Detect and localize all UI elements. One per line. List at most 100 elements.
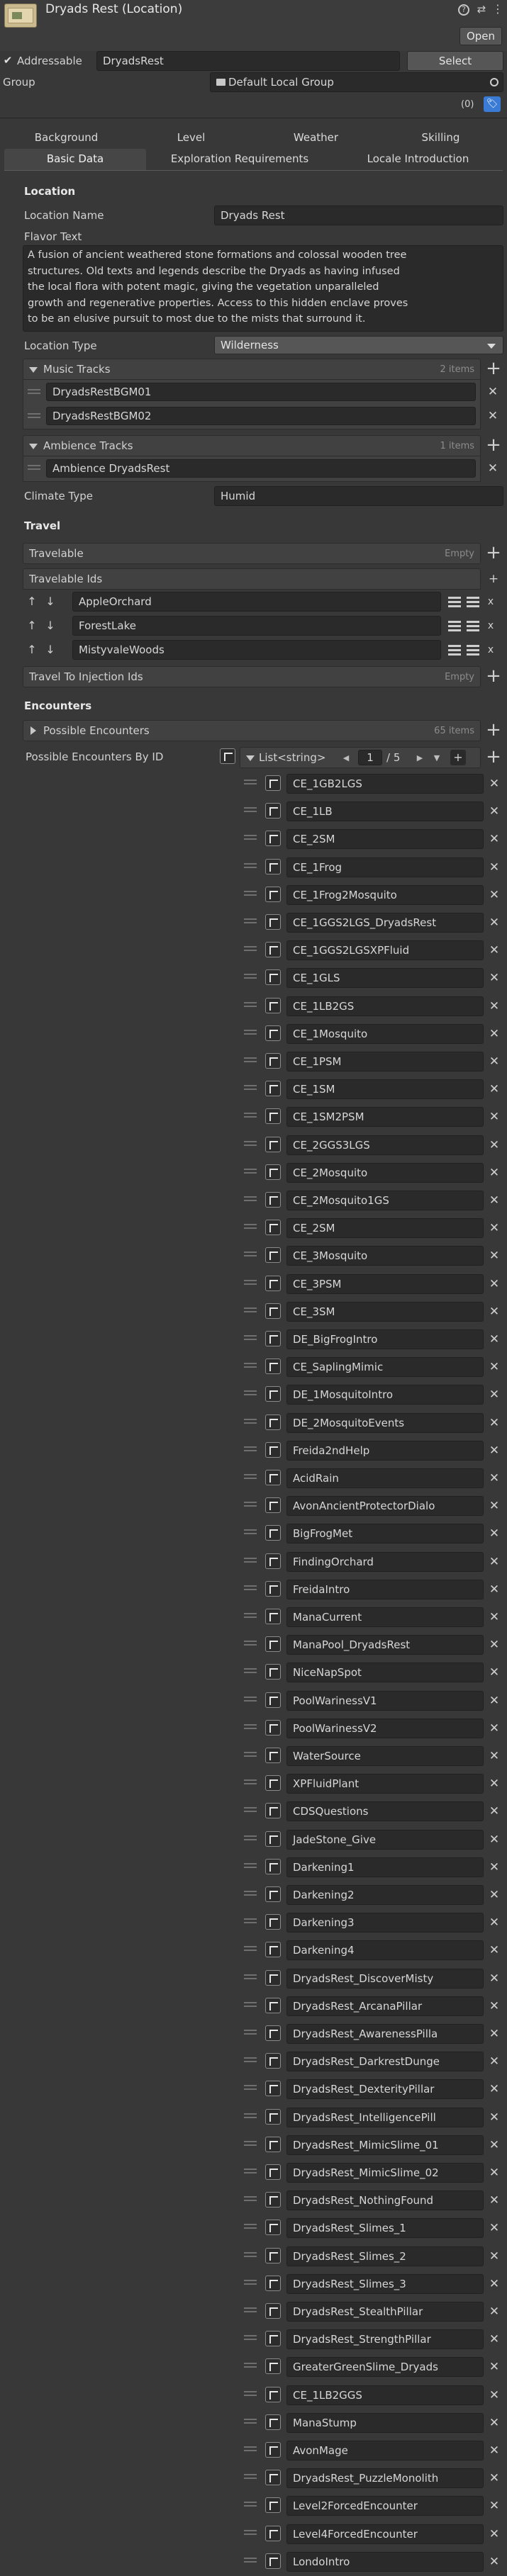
row-select-icon[interactable] xyxy=(265,1108,281,1125)
close-icon[interactable]: ✕ xyxy=(486,1303,502,1321)
tag-icon[interactable]: 🏷 xyxy=(484,96,501,112)
close-icon[interactable]: ✕ xyxy=(486,1524,502,1543)
encounter-id-field[interactable]: FindingOrchard xyxy=(286,1551,484,1572)
arrow-down-icon[interactable]: ↓ xyxy=(43,641,58,659)
encounter-id-field[interactable]: Darkening1 xyxy=(286,1857,484,1877)
hamburger-icon[interactable] xyxy=(448,621,461,632)
row-select-icon[interactable] xyxy=(265,2108,281,2125)
encounter-id-field[interactable]: WaterSource xyxy=(286,1746,484,1766)
row-select-icon[interactable] xyxy=(265,1719,281,1736)
drag-handle-icon[interactable] xyxy=(244,1918,257,1928)
encounter-id-field[interactable]: DryadsRest_DiscoverMisty xyxy=(286,1968,484,1989)
row-select-icon[interactable] xyxy=(265,2553,281,2569)
close-icon[interactable]: ✕ xyxy=(486,1052,502,1071)
row-select-icon[interactable] xyxy=(265,775,281,791)
drag-handle-icon[interactable] xyxy=(244,835,257,845)
row-select-icon[interactable] xyxy=(265,803,281,819)
close-icon[interactable]: ✕ xyxy=(486,1080,502,1098)
drag-handle-icon[interactable] xyxy=(244,862,257,873)
menu-icon[interactable]: ⋮ xyxy=(492,3,503,16)
row-select-icon[interactable] xyxy=(265,2442,281,2458)
pager-right-icon[interactable]: ▶ xyxy=(413,752,426,765)
row-select-icon[interactable] xyxy=(265,1636,281,1653)
drag-handle-icon[interactable] xyxy=(244,2474,257,2484)
encounter-id-field[interactable]: DryadsRest_PuzzleMonolith xyxy=(286,2468,484,2489)
drag-handle-icon[interactable] xyxy=(244,1585,257,1595)
row-select-icon[interactable] xyxy=(265,1220,281,1236)
drag-handle-icon[interactable] xyxy=(244,1696,257,1706)
encounter-id-field[interactable]: DryadsRest_DarkrestDunge xyxy=(286,2052,484,2072)
encounter-id-field[interactable]: DE_BigFrogIntro xyxy=(286,1329,484,1349)
row-select-icon[interactable] xyxy=(265,2025,281,2041)
row-select-icon[interactable] xyxy=(265,2525,281,2541)
close-icon[interactable]: ✕ xyxy=(486,1830,502,1849)
encounter-id-field[interactable]: CE_1SM xyxy=(286,1079,484,1100)
close-icon[interactable]: x xyxy=(484,592,498,611)
encounter-id-field[interactable]: DryadsRest_AwarenessPilla xyxy=(286,2024,484,2044)
row-select-icon[interactable] xyxy=(265,1025,281,1041)
travelable-id-field[interactable]: MistyvaleWoods xyxy=(72,640,441,660)
drag-handle-icon[interactable] xyxy=(244,1835,257,1845)
close-icon[interactable]: ✕ xyxy=(486,2136,502,2154)
close-icon[interactable]: ✕ xyxy=(486,2386,502,2405)
foldout-arrow-icon[interactable] xyxy=(30,726,36,735)
row-select-icon[interactable] xyxy=(265,914,281,930)
clear-list-icon[interactable]: + xyxy=(450,750,466,765)
encounter-id-field[interactable]: DryadsRest_Slimes_3 xyxy=(286,2273,484,2294)
encounter-id-field[interactable]: DryadsRest_StrengthPillar xyxy=(286,2329,484,2350)
arrow-down-icon[interactable]: ↓ xyxy=(43,617,58,635)
encounter-id-field[interactable]: BigFrogMet xyxy=(286,1524,484,1544)
encounter-id-field[interactable]: CE_3PSM xyxy=(286,1273,484,1294)
flavor-text-area[interactable]: A fusion of ancient weathered stone form… xyxy=(23,245,503,332)
pager-last-icon[interactable]: ▼ xyxy=(430,752,443,765)
drag-handle-icon[interactable] xyxy=(244,2307,257,2317)
close-icon[interactable]: ✕ xyxy=(486,1497,502,1515)
tab-background[interactable]: Background xyxy=(4,128,128,149)
row-select-icon[interactable] xyxy=(265,2275,281,2291)
foldout-arrow-icon[interactable] xyxy=(246,755,255,761)
ambience-tracks-add-button[interactable]: + xyxy=(484,436,503,456)
close-icon[interactable]: ✕ xyxy=(486,1719,502,1738)
drag-handle-icon[interactable] xyxy=(244,1279,257,1290)
encounter-id-field[interactable]: CE_1LB2GS xyxy=(286,996,484,1016)
encounter-id-field[interactable]: NiceNapSpot xyxy=(286,1663,484,1683)
possible-encounters-header[interactable]: Possible Encounters 65 items xyxy=(23,720,481,741)
close-icon[interactable]: ✕ xyxy=(486,830,502,848)
close-icon[interactable]: ✕ xyxy=(485,459,501,478)
drag-handle-icon[interactable] xyxy=(244,2390,257,2401)
drag-handle-icon[interactable] xyxy=(244,1807,257,1817)
drag-handle-icon[interactable] xyxy=(28,465,40,475)
row-select-icon[interactable] xyxy=(265,1441,281,1458)
row-select-icon[interactable] xyxy=(265,969,281,986)
encounter-id-field[interactable]: CE_3Mosquito xyxy=(286,1246,484,1266)
row-select-icon[interactable] xyxy=(265,831,281,847)
arrow-up-icon[interactable]: ↑ xyxy=(24,617,40,635)
drag-handle-icon[interactable] xyxy=(244,1196,257,1206)
encounter-id-field[interactable]: DryadsRest_Slimes_1 xyxy=(286,2218,484,2239)
drag-handle-icon[interactable] xyxy=(244,1057,257,1067)
travelable-add-button[interactable]: + xyxy=(484,544,503,563)
settings-icon[interactable]: ⇄ xyxy=(475,3,488,16)
row-select-icon[interactable] xyxy=(265,1914,281,1930)
close-icon[interactable]: ✕ xyxy=(486,2108,502,2127)
row-select-icon[interactable] xyxy=(265,1164,281,1180)
encounter-id-field[interactable]: AcidRain xyxy=(286,1468,484,1488)
close-icon[interactable]: ✕ xyxy=(486,969,502,987)
close-icon[interactable]: ✕ xyxy=(486,1469,502,1487)
close-icon[interactable]: ✕ xyxy=(486,2358,502,2376)
encounter-id-field[interactable]: CE_2Mosquito xyxy=(286,1162,484,1183)
close-icon[interactable]: ✕ xyxy=(486,1553,502,1571)
row-select-icon[interactable] xyxy=(265,1942,281,1958)
drag-handle-icon[interactable] xyxy=(244,1224,257,1234)
close-icon[interactable]: x xyxy=(484,641,498,659)
drag-handle-icon[interactable] xyxy=(244,2169,257,2178)
close-icon[interactable]: ✕ xyxy=(486,1969,502,1988)
drag-handle-icon[interactable] xyxy=(244,2418,257,2429)
encounter-id-field[interactable]: CE_1GGS2LGSXPFluid xyxy=(286,940,484,961)
drag-handle-icon[interactable] xyxy=(244,1946,257,1956)
close-icon[interactable]: ✕ xyxy=(486,1636,502,1654)
close-icon[interactable]: ✕ xyxy=(486,1025,502,1043)
travel-injection-header[interactable]: Travel To Injection Ids Empty xyxy=(23,666,481,687)
tab-level[interactable]: Level xyxy=(129,128,253,149)
row-select-icon[interactable] xyxy=(265,1247,281,1264)
